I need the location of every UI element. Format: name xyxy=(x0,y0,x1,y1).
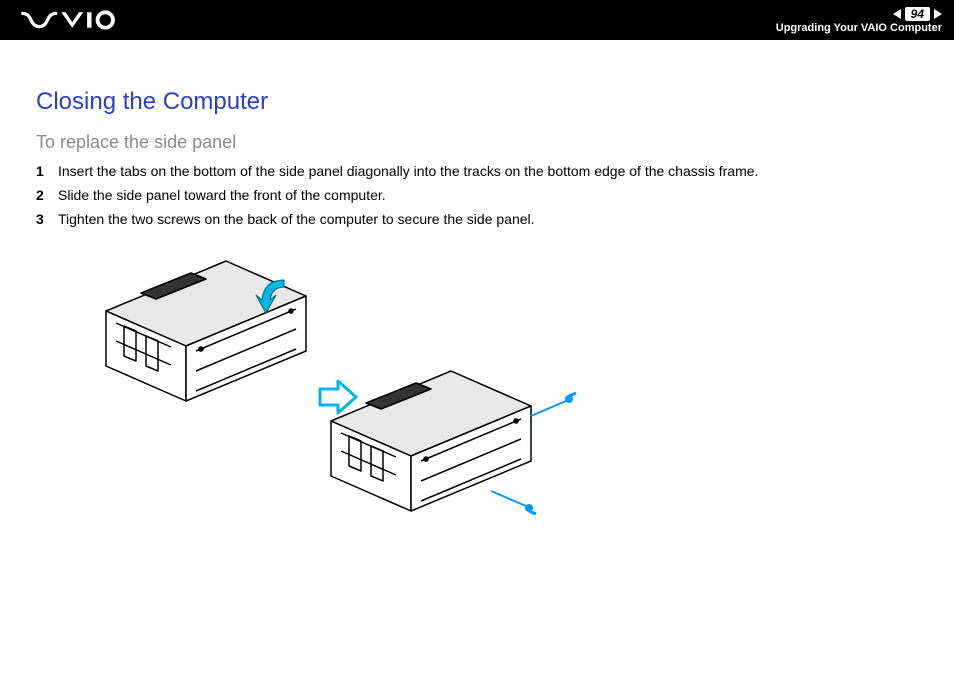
step-item: Tighten the two screws on the back of th… xyxy=(36,211,918,227)
chassis-illustration-after xyxy=(321,361,581,541)
step-item: Slide the side panel toward the front of… xyxy=(36,187,918,203)
step-list: Insert the tabs on the bottom of the sid… xyxy=(36,163,918,227)
panel-direction-arrow-icon xyxy=(254,275,304,320)
instruction-figure xyxy=(96,251,556,551)
screw-indicator-icon xyxy=(531,393,576,416)
header-right: 94 Upgrading Your VAIO Computer xyxy=(776,7,942,34)
section-title: Upgrading Your VAIO Computer xyxy=(776,22,942,34)
next-page-arrow-icon[interactable] xyxy=(934,9,942,19)
step-item: Insert the tabs on the bottom of the sid… xyxy=(36,163,918,179)
page-subheading: To replace the side panel xyxy=(36,132,918,153)
prev-page-arrow-icon[interactable] xyxy=(893,9,901,19)
page-number: 94 xyxy=(905,7,930,21)
vaio-logo xyxy=(20,9,130,31)
page-content: Closing the Computer To replace the side… xyxy=(0,40,954,551)
page-heading: Closing the Computer xyxy=(36,88,918,116)
page-nav: 94 xyxy=(893,7,942,21)
screw-indicator-icon xyxy=(491,491,536,514)
page-header: 94 Upgrading Your VAIO Computer xyxy=(0,0,954,40)
